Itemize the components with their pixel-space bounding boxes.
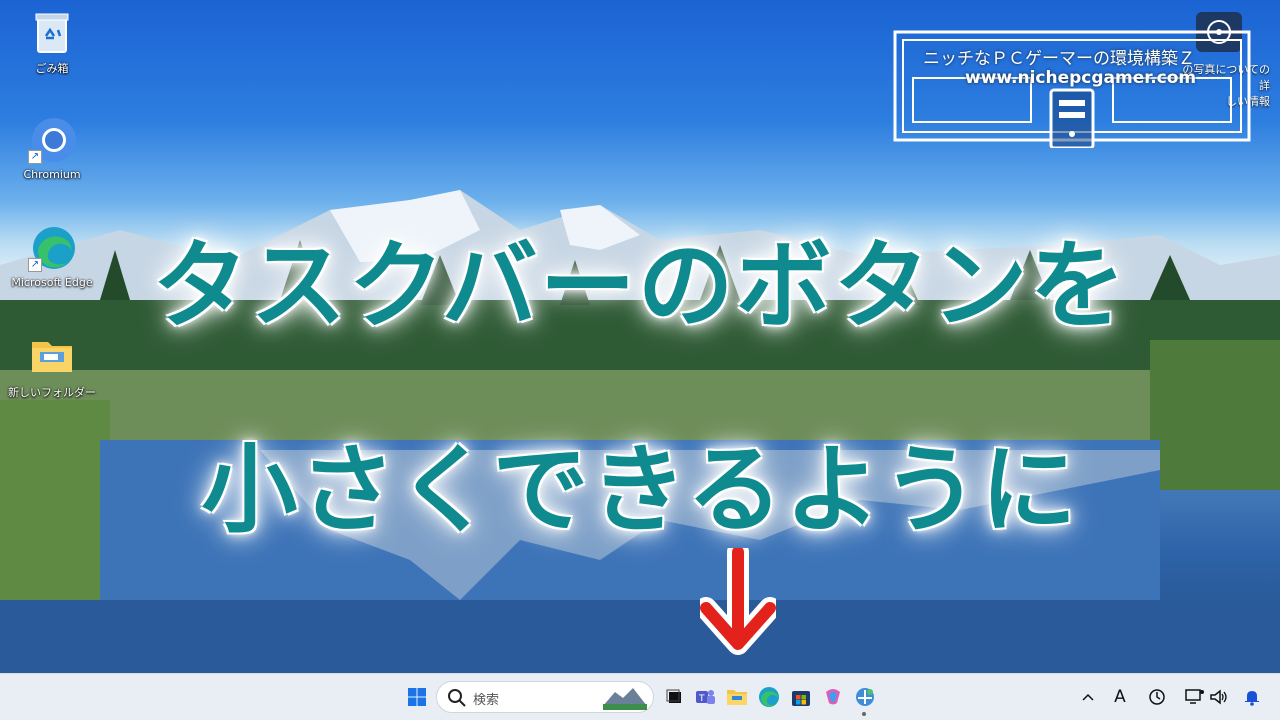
recycle-bin-icon	[28, 8, 76, 56]
notification-button[interactable]	[1242, 686, 1262, 708]
search-highlight-icon	[603, 688, 647, 710]
taskbar: 検索 T A	[0, 673, 1280, 720]
desktop-icon-label: 新しいフォルダー	[8, 386, 96, 399]
svg-text:T: T	[698, 694, 705, 704]
volume-icon	[1210, 689, 1227, 705]
overlay-title-line1: タスクバーのボタンを	[152, 230, 1128, 342]
shortcut-arrow-icon: ↗	[28, 150, 42, 164]
logo-url: www.nichepcgamer.com	[965, 68, 1197, 88]
widget-clock-button[interactable]	[1146, 686, 1168, 708]
copilot-icon	[826, 689, 840, 705]
store-button[interactable]	[785, 681, 817, 713]
store-icon	[792, 691, 810, 706]
edge-button[interactable]	[753, 681, 785, 713]
desktop-icon-label: ごみ箱	[35, 62, 69, 75]
teams-icon: T	[696, 690, 715, 704]
teams-button[interactable]: T	[689, 681, 721, 713]
control-panel-button[interactable]	[849, 681, 881, 713]
network-icon	[1185, 689, 1204, 704]
windows-start-icon	[408, 688, 426, 706]
ime-mode-button[interactable]: A	[1110, 686, 1130, 708]
clock-widget-icon	[1149, 689, 1165, 705]
overlay-title-line2: 小さくできるように	[201, 434, 1079, 546]
desktop-icon-label: Chromium	[23, 168, 81, 181]
start-button[interactable]	[401, 681, 433, 713]
logo-title: ニッチなＰＣゲーマーの環境構築Ｚ	[923, 49, 1195, 69]
active-app-indicator	[862, 712, 866, 716]
show-hidden-icons-button[interactable]	[1080, 686, 1096, 708]
down-arrow-icon	[700, 548, 776, 655]
file-explorer-icon	[727, 690, 747, 705]
search-placeholder: 検索	[473, 693, 500, 708]
site-logo: ニッチなＰＣゲーマーの環境構築Ｚ www.nichepcgamer.com	[893, 30, 1251, 150]
desktop-icon-recycle-bin[interactable]: ごみ箱	[4, 8, 100, 76]
copilot-button[interactable]	[817, 681, 849, 713]
task-view-icon	[666, 689, 681, 703]
desktop-icon-chromium[interactable]: ↗ Chromium	[4, 116, 100, 181]
edge-icon	[759, 687, 779, 707]
task-view-button[interactable]	[659, 681, 691, 713]
network-button[interactable]	[1184, 686, 1206, 708]
notification-bell-icon	[1245, 691, 1259, 706]
file-explorer-button[interactable]	[721, 681, 753, 713]
chevron-up-icon	[1082, 693, 1094, 701]
control-panel-icon	[856, 688, 874, 706]
ime-a-icon: A	[1114, 687, 1126, 707]
chromium-icon: ↗	[28, 116, 76, 164]
volume-button[interactable]	[1208, 686, 1230, 708]
taskbar-search-box[interactable]: 検索	[436, 681, 654, 713]
search-icon	[448, 689, 466, 707]
